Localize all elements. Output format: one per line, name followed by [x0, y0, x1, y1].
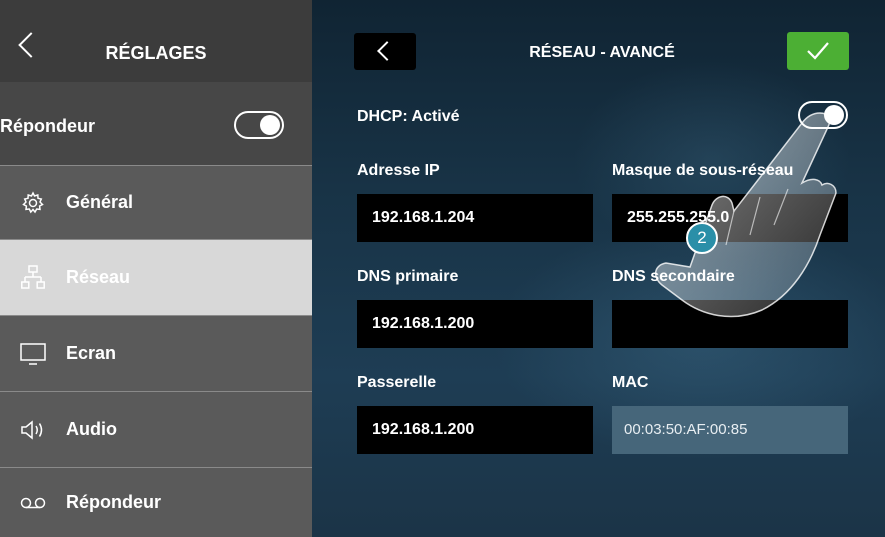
sidebar-item-label: Audio — [66, 419, 117, 439]
gateway-label: Passerelle — [357, 374, 437, 391]
checkmark-icon — [807, 42, 829, 60]
secondary-dns-field[interactable] — [612, 300, 848, 348]
sidebar-item-label: Réseau — [66, 267, 131, 287]
confirm-button[interactable] — [787, 32, 849, 70]
switch-knob — [824, 105, 844, 125]
subnet-mask-field[interactable]: 255.255.255.0 — [612, 194, 848, 242]
mac-address-field: 00:03:50:AF:00:85 — [612, 406, 848, 454]
voicemail-icon — [20, 490, 46, 516]
subnet-mask-label: Masque de sous-réseau — [612, 162, 794, 179]
sidebar-header: RÉGLAGES — [0, 0, 312, 82]
network-icon — [20, 264, 46, 291]
mac-label: MAC — [612, 374, 649, 391]
back-button[interactable] — [354, 33, 416, 70]
step-number-badge: 2 — [686, 222, 718, 254]
gear-icon — [20, 190, 46, 216]
sidebar-item-audio[interactable]: Audio — [0, 392, 312, 468]
speaker-icon — [20, 417, 46, 443]
primary-dns-label: DNS primaire — [357, 268, 459, 285]
network-advanced-panel: RÉSEAU - AVANCÉ DHCP: Activé Adresse IP … — [312, 0, 885, 537]
ip-address-field[interactable]: 192.168.1.204 — [357, 194, 593, 242]
switch-knob — [260, 115, 280, 135]
sidebar-item-network[interactable]: Réseau — [0, 240, 312, 316]
monitor-icon — [20, 341, 46, 367]
sidebar-item-screen[interactable]: Ecran — [0, 316, 312, 392]
gateway-field[interactable]: 192.168.1.200 — [357, 406, 593, 454]
page-title: RÉSEAU - AVANCÉ — [529, 44, 675, 61]
answering-machine-toggle-label: Répondeur — [0, 116, 96, 136]
back-chevron-icon — [377, 41, 397, 61]
dhcp-label: DHCP: Activé — [357, 108, 460, 125]
secondary-dns-label: DNS secondaire — [612, 268, 735, 285]
dhcp-switch[interactable] — [798, 101, 848, 129]
sidebar-item-label: Ecran — [66, 343, 117, 363]
sidebar-item-answering-machine[interactable]: Répondeur — [0, 468, 312, 537]
sidebar-item-label: Répondeur — [66, 492, 162, 512]
answering-machine-switch[interactable] — [234, 111, 284, 139]
ip-address-label: Adresse IP — [357, 162, 440, 179]
sidebar-item-label: Général — [66, 192, 134, 212]
primary-dns-field[interactable]: 192.168.1.200 — [357, 300, 593, 348]
sidebar-title: RÉGLAGES — [105, 43, 207, 63]
settings-sidebar: RÉGLAGES Répondeur Général Réseau Ecran … — [0, 0, 312, 537]
sidebar-item-general[interactable]: Général — [0, 166, 312, 240]
